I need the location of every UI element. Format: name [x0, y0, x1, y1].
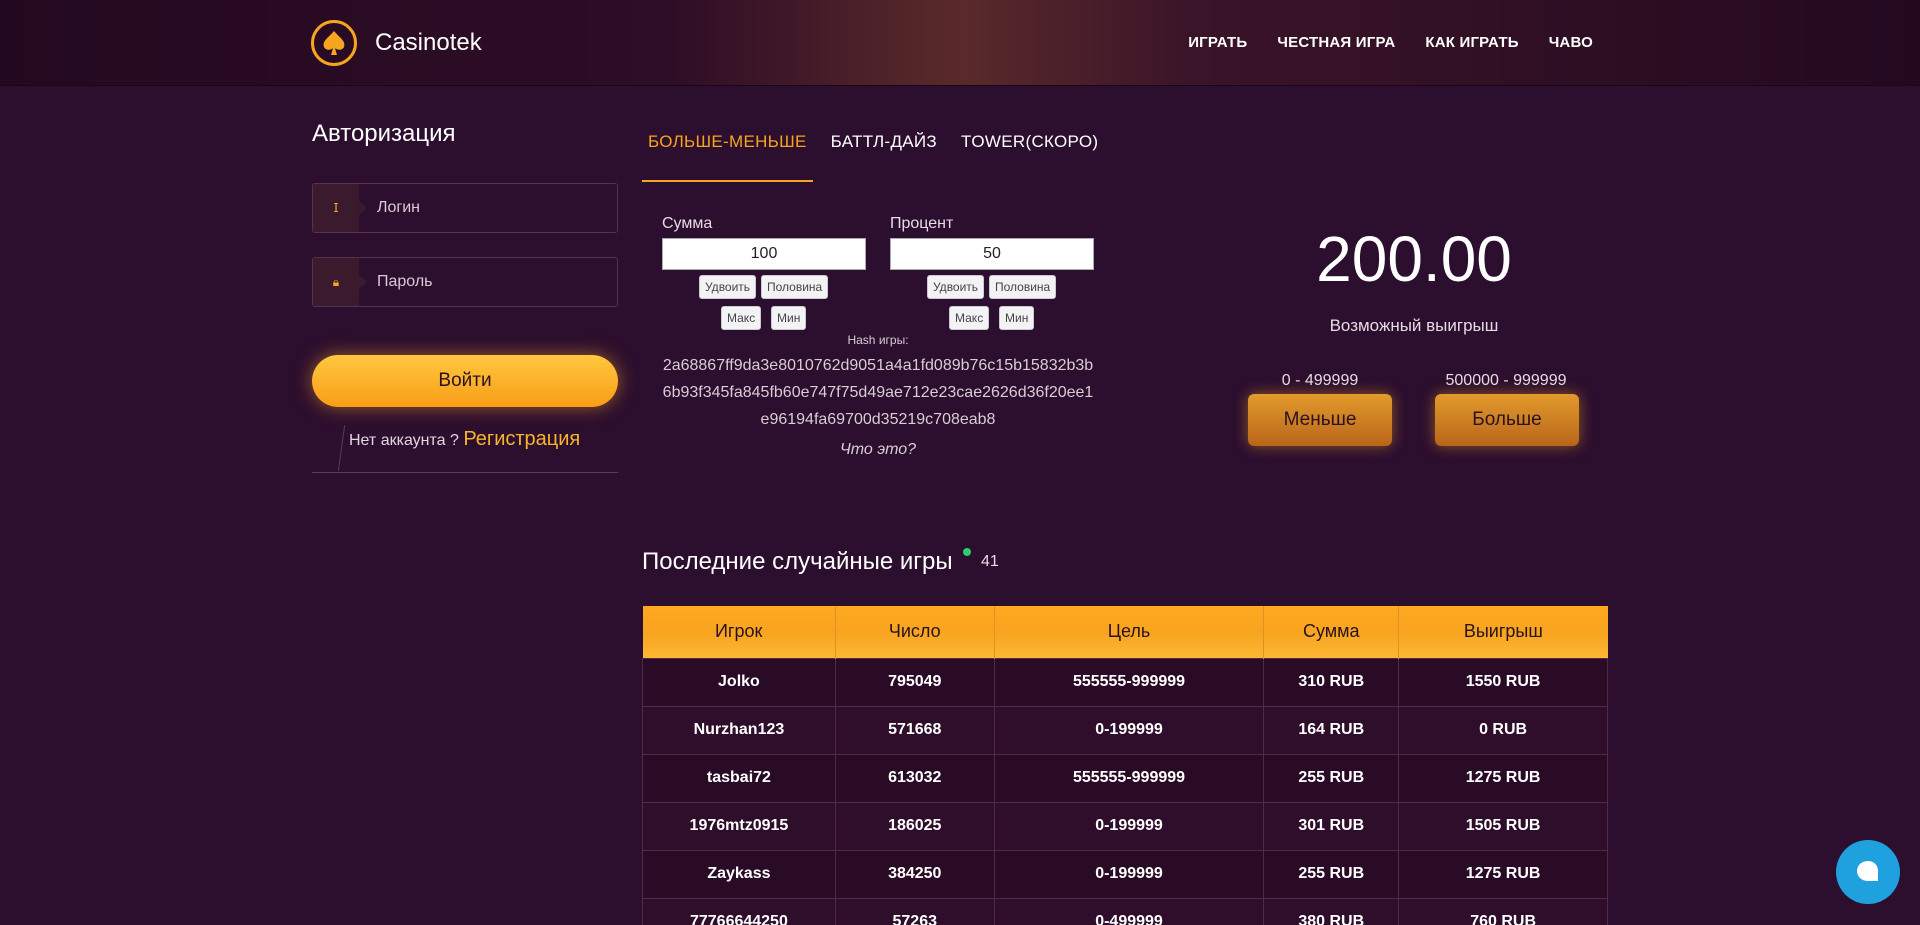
number-cell: 384250	[834, 849, 995, 899]
percent-min-button[interactable]: Мин	[999, 306, 1035, 330]
sum-double-button[interactable]: Удвоить	[699, 275, 757, 299]
target-cell: 0-499999	[993, 897, 1265, 925]
less-button[interactable]: Меньше	[1248, 394, 1392, 446]
what-is-it-link[interactable]: Что это?	[660, 441, 1096, 459]
brand-name[interactable]: Casinotek	[375, 29, 482, 57]
chat-bubble-icon	[1857, 861, 1878, 881]
target-cell: 0-199999	[993, 849, 1265, 899]
percent-label: Процент	[890, 215, 954, 232]
table-row: Nurzhan123 571668 0-199999 164 RUB 0 RUB	[642, 705, 1608, 755]
more-button[interactable]: Больше	[1435, 394, 1579, 446]
sum-max-button[interactable]: Макс	[721, 306, 762, 330]
percent-double-button[interactable]: Удвоить	[927, 275, 985, 299]
recent-games-table: Игрок Число Цель Сумма Выигрыш Jolko 795…	[642, 606, 1608, 925]
amount-cell: 255 RUB	[1263, 849, 1400, 899]
amount-cell: 310 RUB	[1263, 657, 1400, 707]
high-range: 500000 - 999999	[1445, 372, 1567, 389]
amount-cell: 255 RUB	[1263, 753, 1400, 803]
number-cell: 571668	[834, 705, 995, 755]
number-cell: 795049	[834, 657, 995, 707]
sum-label: Сумма	[662, 215, 713, 232]
table-row: Jolko 795049 555555-999999 310 RUB 1550 …	[642, 657, 1608, 707]
sum-input[interactable]	[662, 238, 866, 270]
register-row: Нет аккаунта ? Регистрация	[349, 428, 580, 451]
nav-fair-game[interactable]: ЧЕСТНАЯ ИГРА	[1277, 34, 1395, 51]
user-icon: 𝖨	[313, 184, 367, 232]
nav-faq[interactable]: ЧАВО	[1549, 34, 1593, 51]
login-input[interactable]	[377, 184, 607, 232]
password-field: 🔒︎	[312, 257, 618, 307]
password-input[interactable]	[377, 258, 607, 306]
game-tabs: БОЛЬШЕ-МЕНЬШЕ БАТТЛ-ДАЙЗ TOWER(СКОРО)	[642, 130, 1116, 182]
percent-input[interactable]	[890, 238, 1094, 270]
tab-more-less[interactable]: БОЛЬШЕ-МЕНЬШЕ	[642, 130, 813, 182]
column-header: Выигрыш	[1398, 606, 1608, 658]
player-cell: 77766644250	[642, 897, 836, 925]
player-cell: Jolko	[642, 657, 836, 707]
column-header: Число	[835, 606, 995, 658]
login-field: 𝖨	[312, 183, 618, 233]
no-account-text: Нет аккаунта ?	[349, 432, 459, 449]
column-header: Сумма	[1263, 606, 1400, 658]
divider-tick	[337, 425, 346, 471]
table-row: 1976mtz0915 186025 0-199999 301 RUB 1505…	[642, 801, 1608, 851]
win-cell: 760 RUB	[1398, 897, 1608, 925]
number-cell: 57263	[834, 897, 995, 925]
online-count: 41	[981, 553, 999, 570]
tab-battle-dice[interactable]: БАТТЛ-ДАЙЗ	[825, 130, 943, 182]
game-hash: 2a68867ff9da3e8010762d9051a4a1fd089b76c1…	[662, 357, 1094, 428]
amount-cell: 164 RUB	[1263, 705, 1400, 755]
percent-half-button[interactable]: Половина	[989, 275, 1057, 299]
nav-play[interactable]: ИГРАТЬ	[1188, 34, 1247, 51]
column-header: Цель	[994, 606, 1265, 658]
target-cell: 555555-999999	[993, 657, 1265, 707]
sum-min-button[interactable]: Мин	[771, 306, 807, 330]
player-cell: Zaykass	[642, 849, 836, 899]
auth-divider	[312, 472, 618, 473]
sum-half-button[interactable]: Половина	[761, 275, 829, 299]
player-cell: Nurzhan123	[642, 705, 836, 755]
amount-cell: 301 RUB	[1263, 801, 1400, 851]
site-header: Casinotek ИГРАТЬ ЧЕСТНАЯ ИГРА КАК ИГРАТЬ…	[0, 0, 1920, 86]
table-row: tasbai72 613032 555555-999999 255 RUB 12…	[642, 753, 1608, 803]
recent-games-title: Последние случайные игры	[642, 548, 953, 575]
win-cell: 1275 RUB	[1398, 849, 1608, 899]
nav-how-to-play[interactable]: КАК ИГРАТЬ	[1425, 34, 1518, 51]
low-range: 0 - 499999	[1281, 372, 1359, 389]
amount-cell: 380 RUB	[1263, 897, 1400, 925]
number-cell: 186025	[834, 801, 995, 851]
target-cell: 555555-999999	[993, 753, 1265, 803]
table-row: Zaykass 384250 0-199999 255 RUB 1275 RUB	[642, 849, 1608, 899]
tab-tower[interactable]: TOWER(СКОРО)	[955, 130, 1104, 182]
win-cell: 1275 RUB	[1398, 753, 1608, 803]
percent-max-button[interactable]: Макс	[949, 306, 990, 330]
player-cell: 1976mtz0915	[642, 801, 836, 851]
win-cell: 1550 RUB	[1398, 657, 1608, 707]
login-button[interactable]: Войти	[312, 355, 618, 407]
possible-win-label: Возможный выигрыш	[1329, 316, 1499, 335]
win-cell: 0 RUB	[1398, 705, 1608, 755]
hash-label: Hash игры:	[847, 333, 909, 347]
lock-icon: 🔒︎	[313, 258, 367, 306]
table-row: 77766644250 57263 0-499999 380 RUB 760 R…	[642, 897, 1608, 925]
possible-win-value: 200.00	[1316, 223, 1512, 295]
table-header-row: Игрок Число Цель Сумма Выигрыш	[642, 606, 1608, 658]
chat-button[interactable]	[1836, 840, 1900, 904]
main-nav: ИГРАТЬ ЧЕСТНАЯ ИГРА КАК ИГРАТЬ ЧАВО	[1188, 34, 1593, 51]
register-link[interactable]: Регистрация	[463, 428, 580, 450]
number-cell: 613032	[834, 753, 995, 803]
target-cell: 0-199999	[993, 801, 1265, 851]
spade-logo-icon[interactable]	[311, 20, 357, 66]
player-cell: tasbai72	[642, 753, 836, 803]
target-cell: 0-199999	[993, 705, 1265, 755]
column-header: Игрок	[642, 606, 836, 658]
online-indicator-icon	[963, 548, 971, 556]
auth-title: Авторизация	[312, 120, 456, 147]
win-cell: 1505 RUB	[1398, 801, 1608, 851]
